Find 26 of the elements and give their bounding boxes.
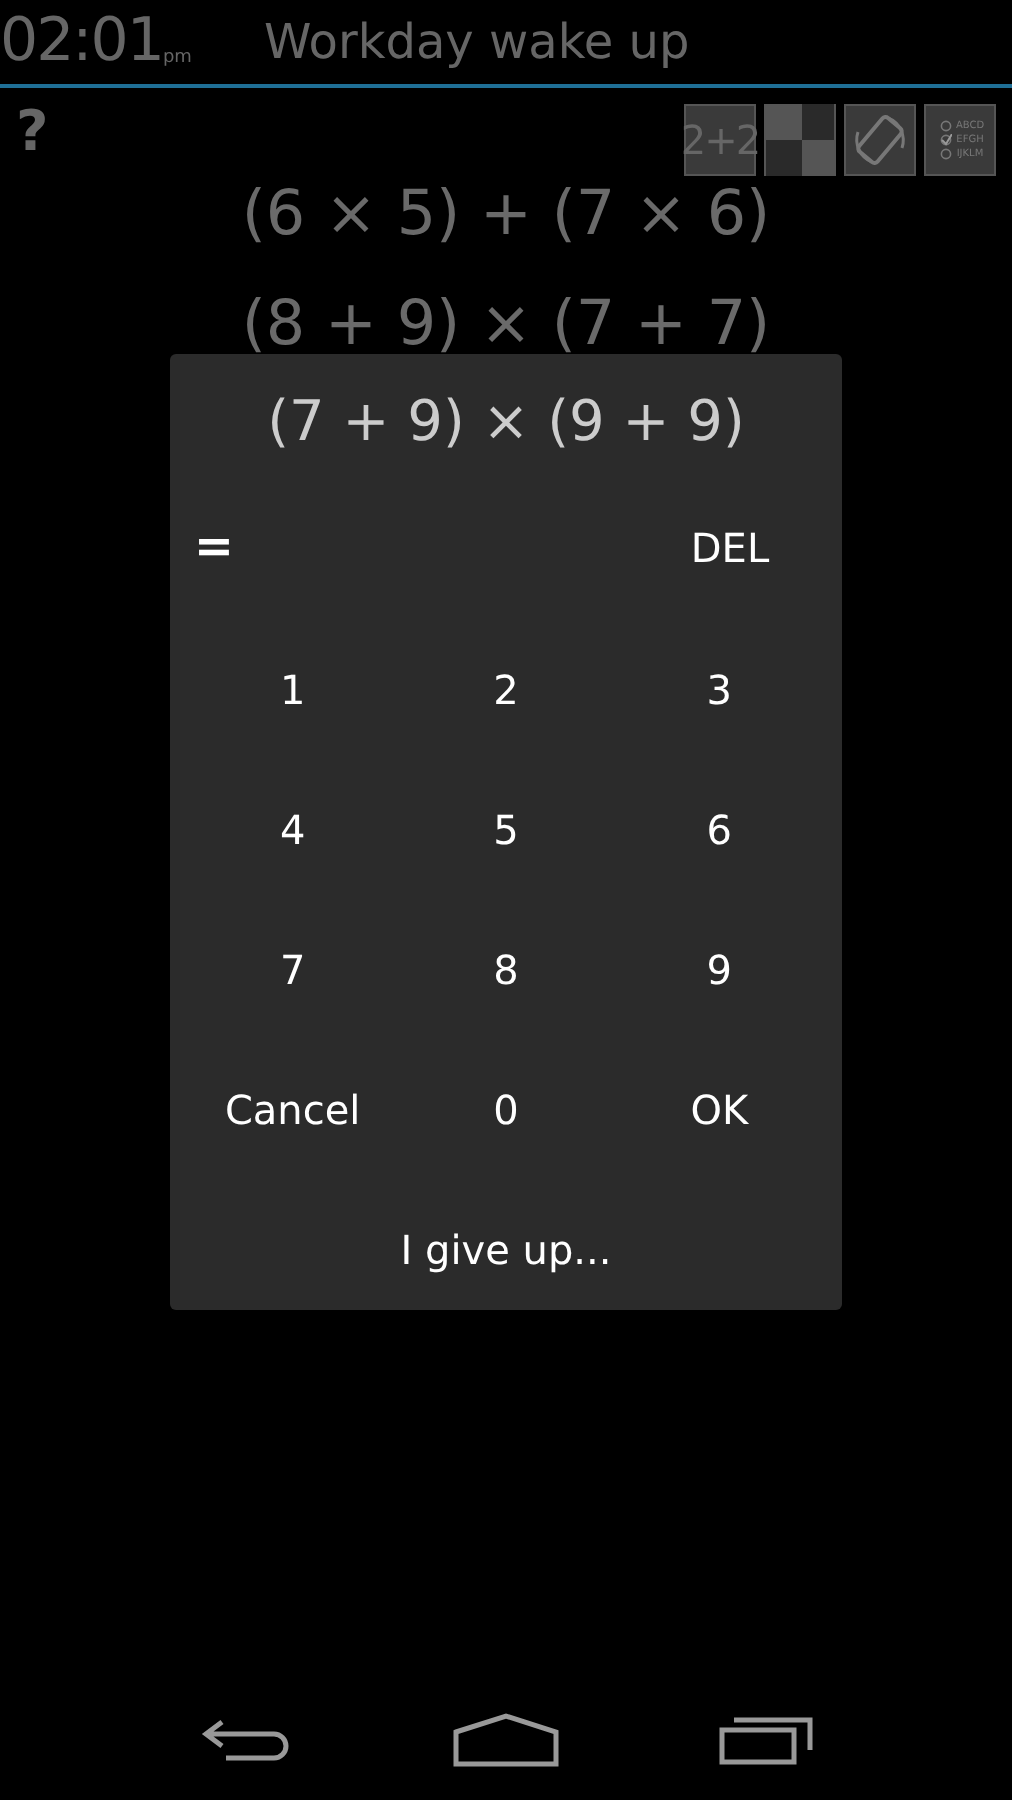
clock-time: 02:01 bbox=[0, 12, 163, 72]
keypad-button[interactable]: 5 bbox=[399, 760, 613, 900]
keypad-button[interactable]: 6 bbox=[612, 760, 826, 900]
keypad-button[interactable]: 3 bbox=[612, 620, 826, 760]
keypad-button[interactable]: 4 bbox=[186, 760, 400, 900]
keypad-button[interactable]: 2 bbox=[399, 620, 613, 760]
home-icon[interactable] bbox=[451, 1712, 560, 1768]
give-up-button[interactable]: I give up... bbox=[352, 1180, 660, 1320]
keypad-button[interactable]: 1 bbox=[186, 620, 400, 760]
alarm-title: Workday wake up bbox=[263, 12, 690, 74]
equals-sign: = bbox=[194, 516, 234, 579]
recent-apps-icon[interactable] bbox=[717, 1714, 814, 1766]
problem-text: (6 × 5) + (7 × 6) bbox=[239, 184, 773, 246]
problem-text: (7 + 9) × (9 + 9) bbox=[265, 386, 747, 458]
help-button[interactable]: ? bbox=[16, 104, 49, 160]
problem-text: (8 + 9) × (7 + 7) bbox=[239, 294, 773, 356]
keypad-button[interactable]: 8 bbox=[399, 900, 613, 1040]
keypad-button[interactable]: Cancel bbox=[186, 1040, 400, 1180]
keypad-button[interactable]: 0 bbox=[399, 1040, 613, 1180]
tiles-mode-icon[interactable] bbox=[764, 104, 836, 176]
keypad-button[interactable]: 9 bbox=[612, 900, 826, 1040]
delete-button[interactable]: DEL bbox=[634, 508, 826, 588]
am-pm-label: pm bbox=[162, 45, 192, 71]
keypad-button[interactable]: OK bbox=[612, 1040, 826, 1180]
keypad-button[interactable]: 7 bbox=[186, 900, 400, 1040]
shaking-phone-icon[interactable] bbox=[844, 104, 916, 176]
